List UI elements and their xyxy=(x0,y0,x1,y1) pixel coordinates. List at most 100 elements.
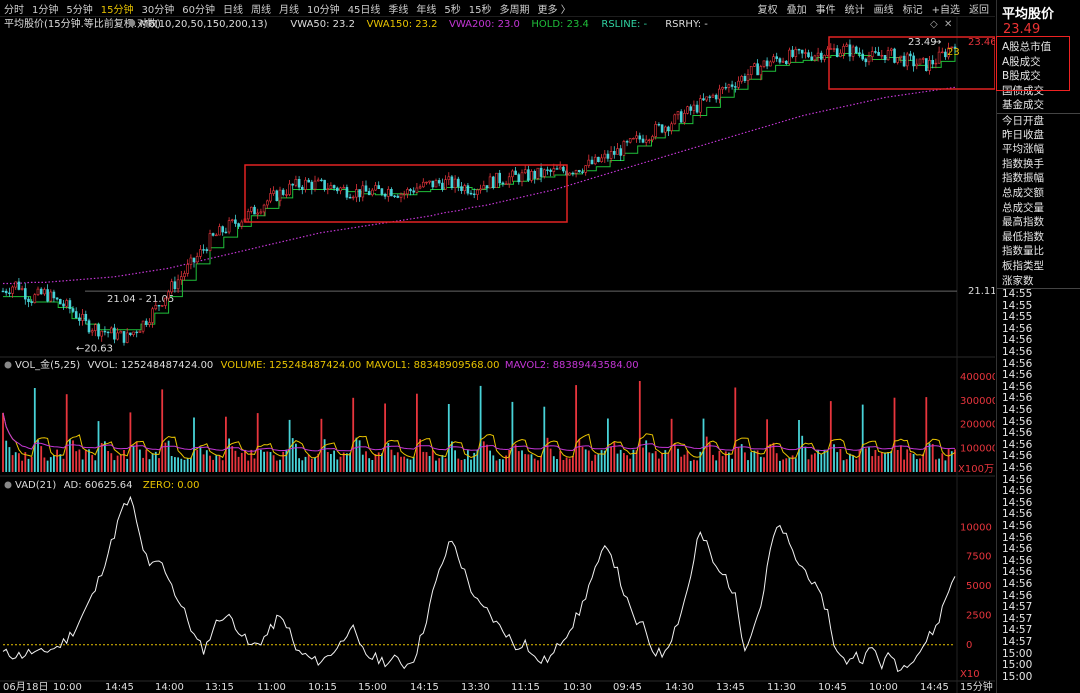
candle-body xyxy=(119,331,123,334)
candle-body xyxy=(393,195,396,197)
volume-bar xyxy=(435,460,437,472)
volume-bar xyxy=(46,460,49,472)
candle-body xyxy=(479,188,482,191)
candle-body xyxy=(58,298,62,305)
volume-bar xyxy=(107,451,109,472)
time-axis-label: 14:45 xyxy=(920,682,949,693)
sidebar-field: 最低指数 xyxy=(1002,230,1044,243)
volume-bar xyxy=(40,446,43,472)
candle-body xyxy=(141,320,145,332)
tool-button[interactable]: 叠加 xyxy=(787,1,807,16)
volume-bar xyxy=(750,452,753,472)
tool-button[interactable]: +自选 xyxy=(932,1,960,16)
period-tab[interactable]: 周线 xyxy=(251,1,271,16)
candle-body xyxy=(256,212,260,215)
period-tab[interactable]: 更多 〉 xyxy=(538,1,571,16)
candle-body xyxy=(30,301,34,303)
volume-bar xyxy=(610,446,612,472)
chart-area[interactable]: 平均股价(15分钟.等比前复权.对数)M6(10,20,50,150,200,1… xyxy=(0,17,995,693)
volume-bar xyxy=(779,460,781,472)
volume-bar xyxy=(686,450,689,472)
sidebar-field: 最高指数 xyxy=(1002,216,1044,229)
volume-bar xyxy=(69,439,71,472)
period-tab[interactable]: 30分钟 xyxy=(141,1,174,16)
candle-body xyxy=(39,288,43,295)
tool-button[interactable]: 事件 xyxy=(816,1,836,16)
candle-body xyxy=(714,94,718,100)
candle-body xyxy=(310,181,314,190)
sidebar-field: 板指类型 xyxy=(1002,259,1044,272)
volume-bar xyxy=(810,454,813,472)
candle-body xyxy=(221,226,224,233)
candle-body xyxy=(727,84,731,89)
period-tab[interactable]: 15分钟 xyxy=(101,1,134,16)
candle-body xyxy=(810,56,814,61)
candle-body xyxy=(880,54,884,57)
candle-body xyxy=(867,56,871,63)
period-tab[interactable]: 15秒 xyxy=(469,1,492,16)
volume-bar xyxy=(447,404,450,472)
tool-button[interactable]: 统计 xyxy=(845,1,865,16)
period-tab[interactable]: 60分钟 xyxy=(182,1,215,16)
volume-bar xyxy=(49,457,52,472)
candle-body xyxy=(1,290,5,293)
candle-body xyxy=(234,219,237,224)
candle-body xyxy=(460,186,463,192)
candle-body xyxy=(364,185,368,192)
volume-bar xyxy=(314,457,316,472)
volume-bar xyxy=(559,451,562,472)
volume-bar xyxy=(170,456,173,472)
period-tab[interactable]: 45日线 xyxy=(348,1,381,16)
period-tab[interactable]: 月线 xyxy=(279,1,299,16)
volume-bar xyxy=(565,457,568,472)
period-tab[interactable]: 10分钟 xyxy=(307,1,340,16)
volume-bar xyxy=(126,458,129,472)
trade-time: 14:56 xyxy=(1002,519,1033,532)
candle-body xyxy=(145,320,148,325)
volume-bar xyxy=(562,460,565,472)
volume-bar xyxy=(721,456,724,472)
volume-bar xyxy=(390,449,393,472)
period-tab[interactable]: 分时 xyxy=(4,1,24,16)
candle-body xyxy=(612,151,616,155)
tool-button[interactable]: 返回 xyxy=(969,1,989,16)
candle-body xyxy=(68,300,72,309)
candle-body xyxy=(498,172,502,184)
time-axis-label: 13:45 xyxy=(716,682,745,693)
candle-body xyxy=(657,124,661,126)
candle-body xyxy=(883,54,887,60)
volume-bar xyxy=(393,455,396,472)
volume-bar xyxy=(30,457,33,472)
candle-body xyxy=(227,220,231,233)
period-tab[interactable]: 年线 xyxy=(416,1,436,16)
period-tab[interactable]: 5分钟 xyxy=(66,1,92,16)
period-tab[interactable]: 多周期 xyxy=(500,1,530,16)
volume-bar xyxy=(753,450,756,472)
period-tab[interactable]: 日线 xyxy=(223,1,243,16)
volume-bar xyxy=(151,453,154,472)
candle-body xyxy=(269,193,272,202)
volume-bar xyxy=(849,453,851,472)
candle-body xyxy=(740,76,744,82)
volume-bar xyxy=(731,458,733,472)
volume-bar xyxy=(11,455,14,472)
volume-bar xyxy=(616,453,619,472)
volume-bar xyxy=(94,460,97,472)
sidebar-field: A股总市值 xyxy=(1002,41,1052,53)
time-axis-label: 10:15 xyxy=(308,682,337,693)
candle-body xyxy=(415,187,419,193)
candle-body xyxy=(924,58,928,71)
period-tab[interactable]: 季线 xyxy=(388,1,408,16)
volume-bar xyxy=(839,449,842,472)
candle-body xyxy=(877,51,880,56)
volume-bar xyxy=(209,455,211,472)
volume-bar xyxy=(661,452,663,472)
period-tab[interactable]: 1分钟 xyxy=(32,1,58,16)
tool-button[interactable]: 标记 xyxy=(903,1,923,16)
volume-bar xyxy=(804,446,807,472)
tool-button[interactable]: 画线 xyxy=(874,1,894,16)
tool-button[interactable]: 复权 xyxy=(758,1,778,16)
candle-body xyxy=(721,87,724,90)
candle-body xyxy=(275,190,279,202)
period-tab[interactable]: 5秒 xyxy=(444,1,460,16)
